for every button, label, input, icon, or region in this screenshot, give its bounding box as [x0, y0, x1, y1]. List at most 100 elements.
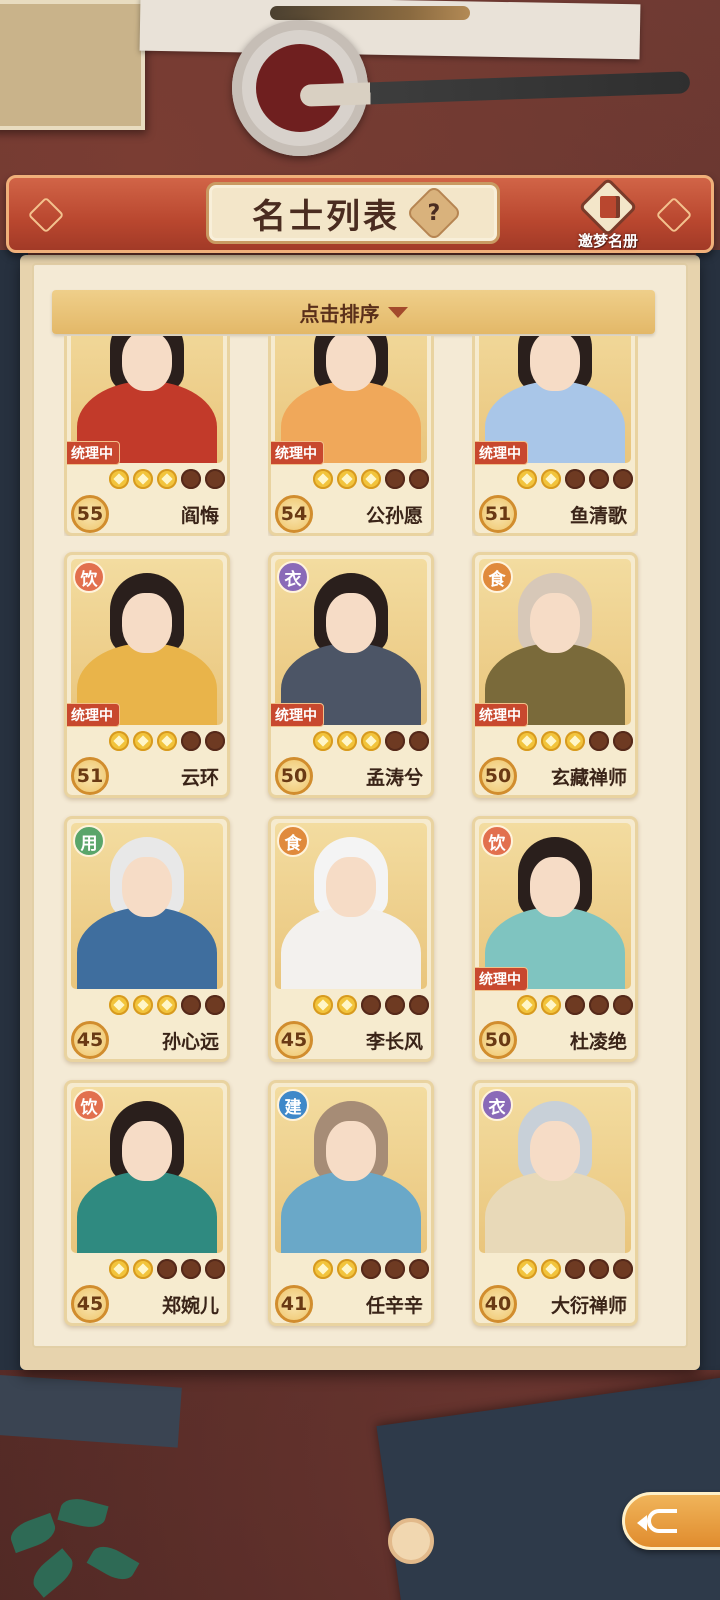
star-empty-icon	[205, 731, 225, 751]
scholar-portrait	[479, 336, 631, 463]
portrait-face	[122, 336, 172, 391]
star-empty-icon	[409, 1259, 429, 1279]
star-filled-icon	[157, 995, 177, 1015]
star-empty-icon	[565, 1259, 585, 1279]
level-badge: 45	[71, 1285, 109, 1323]
category-badge: 食	[481, 561, 513, 593]
star-empty-icon	[385, 1259, 405, 1279]
portrait-face	[326, 857, 376, 917]
managing-tag: 统理中	[271, 441, 324, 465]
scholar-name: 阎悔	[180, 505, 219, 527]
star-filled-icon	[337, 731, 357, 751]
star-filled-icon	[337, 469, 357, 489]
portrait-face	[530, 593, 580, 653]
star-rating	[517, 1259, 633, 1279]
category-badge: 用	[73, 825, 105, 857]
level-badge: 45	[275, 1021, 313, 1059]
back-button[interactable]	[622, 1492, 720, 1550]
scholar-card[interactable]: 建 41 任辛辛	[268, 1080, 434, 1326]
star-filled-icon	[157, 469, 177, 489]
star-rating	[313, 731, 429, 751]
scholar-portrait	[275, 336, 427, 463]
scholar-card[interactable]: 衣统理中 50 孟涛兮	[268, 552, 434, 798]
star-empty-icon	[361, 995, 381, 1015]
level-badge: 50	[479, 1021, 517, 1059]
star-empty-icon	[565, 469, 585, 489]
scholar-name: 任辛辛	[365, 1295, 423, 1317]
star-filled-icon	[109, 469, 129, 489]
portrait-face	[122, 593, 172, 653]
category-badge: 建	[277, 1089, 309, 1121]
star-filled-icon	[565, 731, 585, 751]
portrait-face	[326, 593, 376, 653]
star-rating	[109, 1259, 225, 1279]
scholar-card[interactable]: 用 45 孙心远	[64, 816, 230, 1062]
star-filled-icon	[109, 1259, 129, 1279]
scholar-card[interactable]: 衣 40 大衍禅师	[472, 1080, 638, 1326]
managing-tag: 统理中	[475, 703, 528, 727]
level-badge: 54	[275, 495, 313, 533]
scholar-card[interactable]: 饮统理中 50 杜凌绝	[472, 816, 638, 1062]
portrait-face	[530, 1121, 580, 1181]
star-filled-icon	[517, 995, 537, 1015]
star-filled-icon	[109, 995, 129, 1015]
star-filled-icon	[109, 731, 129, 751]
star-empty-icon	[385, 469, 405, 489]
back-arrow-icon	[637, 1509, 677, 1533]
portrait-face	[326, 1121, 376, 1181]
scholar-card[interactable]: 食统理中 50 玄藏禅师	[472, 552, 638, 798]
level-badge: 40	[479, 1285, 517, 1323]
portrait-face	[122, 857, 172, 917]
category-badge: 衣	[481, 1089, 513, 1121]
scholar-name: 李长风	[365, 1031, 423, 1053]
star-empty-icon	[205, 995, 225, 1015]
level-badge: 51	[71, 757, 109, 795]
star-empty-icon	[613, 469, 633, 489]
star-rating	[313, 995, 429, 1015]
star-filled-icon	[541, 469, 561, 489]
scholar-name: 杜凌绝	[569, 1031, 627, 1053]
star-empty-icon	[181, 731, 201, 751]
star-rating	[517, 469, 633, 489]
category-badge: 衣	[277, 561, 309, 593]
star-filled-icon	[541, 1259, 561, 1279]
star-rating	[313, 1259, 429, 1279]
star-empty-icon	[409, 731, 429, 751]
scholar-card[interactable]: 食 45 李长风	[268, 816, 434, 1062]
scholar-card[interactable]: 饮 45 郑婉儿	[64, 1080, 230, 1326]
star-filled-icon	[133, 1259, 153, 1279]
star-empty-icon	[409, 995, 429, 1015]
portrait-face	[122, 1121, 172, 1181]
portrait-robe	[77, 1171, 217, 1253]
portrait-robe	[77, 907, 217, 989]
scholar-card[interactable]: 饮统理中 51 云环	[64, 552, 230, 798]
scholar-card[interactable]: 统理中 51 鱼清歌	[472, 336, 638, 536]
scholar-name: 郑婉儿	[161, 1295, 219, 1317]
scholar-card[interactable]: 统理中 54 公孙愿	[268, 336, 434, 536]
category-badge: 饮	[481, 825, 513, 857]
scholar-card[interactable]: 统理中 55 阎悔	[64, 336, 230, 536]
scholar-name: 鱼清歌	[569, 505, 627, 527]
scholar-portrait	[71, 336, 223, 463]
star-filled-icon	[133, 995, 153, 1015]
managing-tag: 统理中	[67, 703, 120, 727]
star-empty-icon	[385, 995, 405, 1015]
star-filled-icon	[313, 1259, 333, 1279]
star-empty-icon	[565, 995, 585, 1015]
scholar-name: 云环	[180, 767, 219, 789]
portrait-face	[326, 336, 376, 391]
star-empty-icon	[205, 469, 225, 489]
star-empty-icon	[613, 995, 633, 1015]
star-filled-icon	[517, 469, 537, 489]
star-filled-icon	[313, 731, 333, 751]
scholar-name: 玄藏禅师	[550, 767, 627, 789]
star-filled-icon	[133, 469, 153, 489]
portrait-face	[530, 857, 580, 917]
scholar-name: 公孙愿	[365, 505, 423, 527]
scholar-name: 孙心远	[161, 1031, 219, 1053]
portrait-robe	[485, 1171, 625, 1253]
star-empty-icon	[157, 1259, 177, 1279]
managing-tag: 统理中	[67, 441, 120, 465]
star-filled-icon	[313, 995, 333, 1015]
category-badge: 食	[277, 825, 309, 857]
